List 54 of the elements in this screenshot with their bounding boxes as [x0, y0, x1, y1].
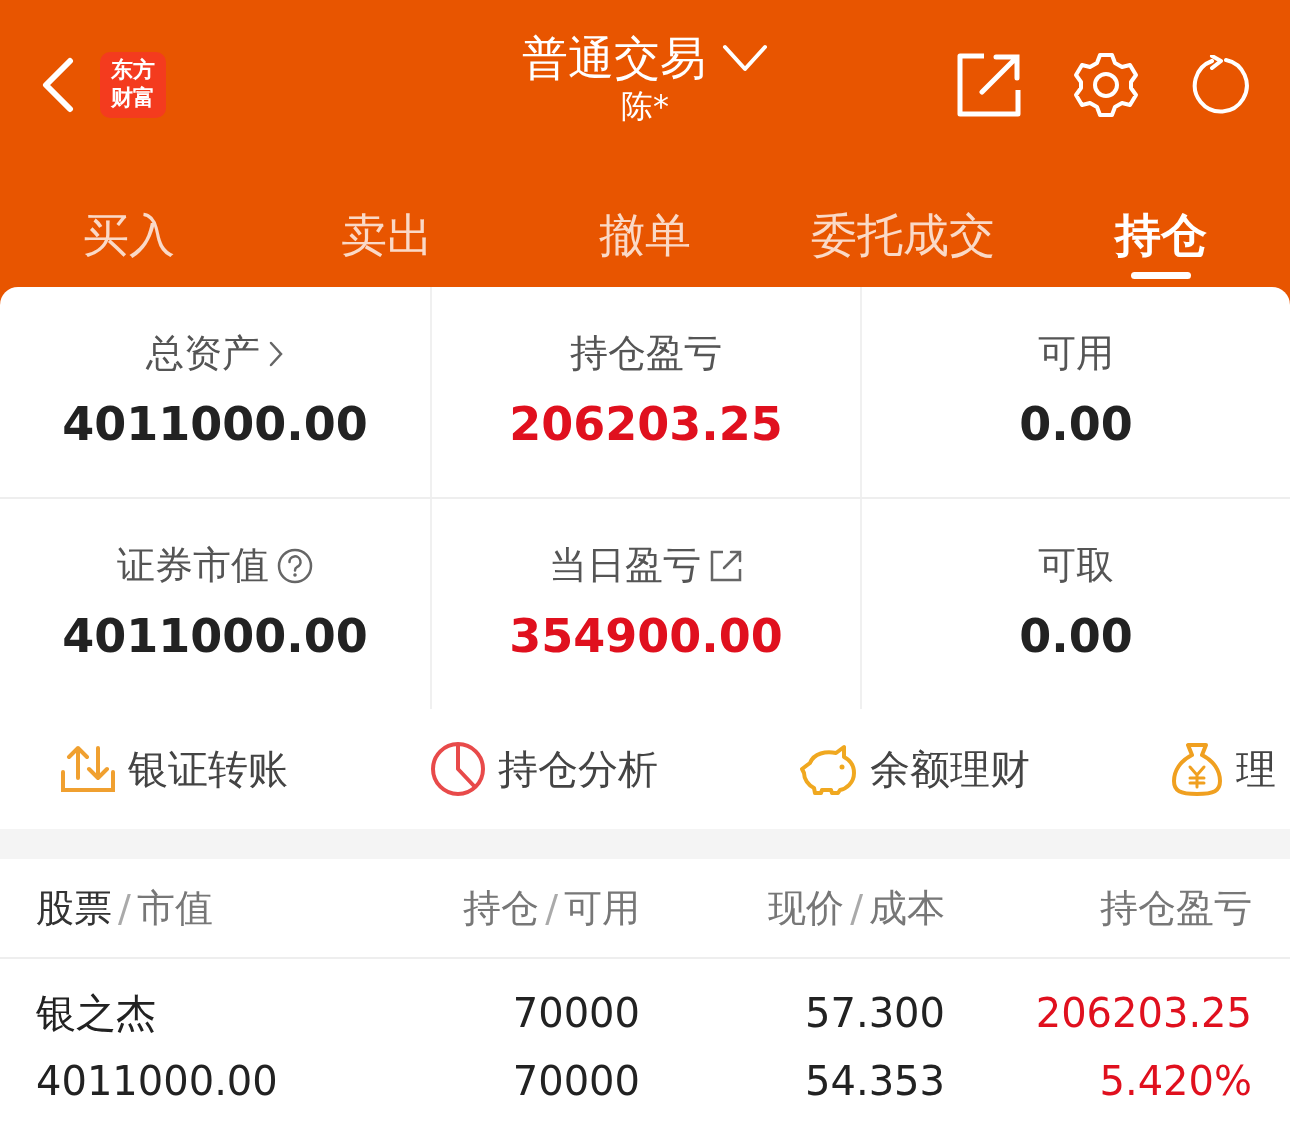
shortcut-label[interactable]: 银证转账: [128, 739, 288, 799]
help-icon[interactable]: [277, 547, 313, 584]
market-value: 4011000.00: [36, 1058, 278, 1104]
back-icon[interactable]: [40, 57, 76, 113]
refresh-icon[interactable]: [1190, 55, 1250, 115]
tab[interactable]: 撤单: [516, 185, 774, 285]
column-header: 持仓盈亏: [1100, 884, 1252, 932]
stat-label: 总资产: [146, 330, 260, 377]
column-header: 市值: [136, 884, 213, 932]
shortcut-label[interactable]: 理: [1236, 739, 1276, 799]
share-icon[interactable]: [956, 52, 1022, 118]
column-header: 可用: [564, 884, 640, 932]
tab[interactable]: 委托成交: [774, 185, 1032, 285]
tab[interactable]: 买入: [0, 185, 258, 285]
chevron-icon[interactable]: [268, 339, 284, 368]
account-name: 陈*: [621, 86, 669, 126]
stat-value: 206203.25: [509, 396, 783, 453]
separator-slash: /: [118, 885, 131, 930]
profit-loss-percent: 5.420%: [1099, 1058, 1252, 1104]
shortcut-label[interactable]: 余额理财: [870, 739, 1030, 799]
available-qty: 70000: [512, 1058, 640, 1104]
stat-label: 当日盈亏: [549, 542, 701, 589]
column-header: 持仓: [463, 884, 540, 932]
page-title: 普通交易: [522, 30, 706, 86]
cost-price: 54.353: [805, 1058, 945, 1104]
transfer-icon[interactable]: [60, 744, 116, 794]
stat-value: 4011000.00: [62, 396, 368, 453]
pie-chart-icon[interactable]: [430, 741, 486, 797]
column-header: 成本: [869, 884, 945, 932]
separator-slash: /: [545, 885, 558, 930]
current-price: 57.300: [805, 990, 945, 1036]
stock-name: 银之杰: [36, 990, 156, 1036]
stat-label: 可取: [1038, 542, 1114, 589]
external-link-icon[interactable]: [709, 548, 743, 583]
position-qty: 70000: [512, 990, 640, 1036]
money-bag-icon[interactable]: [1170, 741, 1224, 797]
piggy-bank-icon[interactable]: [800, 743, 858, 795]
tab[interactable]: 持仓: [1032, 185, 1290, 285]
shortcut-label[interactable]: 持仓分析: [498, 739, 658, 799]
logo: 东方 财富: [100, 52, 166, 118]
profit-loss: 206203.25: [1035, 990, 1252, 1036]
stat-value: 354900.00: [509, 608, 783, 665]
stat-value: 0.00: [1019, 608, 1133, 665]
column-header: 股票: [36, 884, 112, 932]
column-header: 现价: [768, 884, 845, 932]
stat-value: 0.00: [1019, 396, 1133, 453]
stat-label: 证券市值: [117, 542, 269, 589]
dropdown-caret-icon[interactable]: [722, 43, 768, 73]
settings-icon[interactable]: [1072, 51, 1140, 119]
separator-slash: /: [850, 885, 863, 930]
stat-value: 4011000.00: [62, 608, 368, 665]
stat-label: 持仓盈亏: [570, 330, 722, 377]
stat-label: 可用: [1038, 330, 1114, 377]
tab[interactable]: 卖出: [258, 185, 516, 285]
